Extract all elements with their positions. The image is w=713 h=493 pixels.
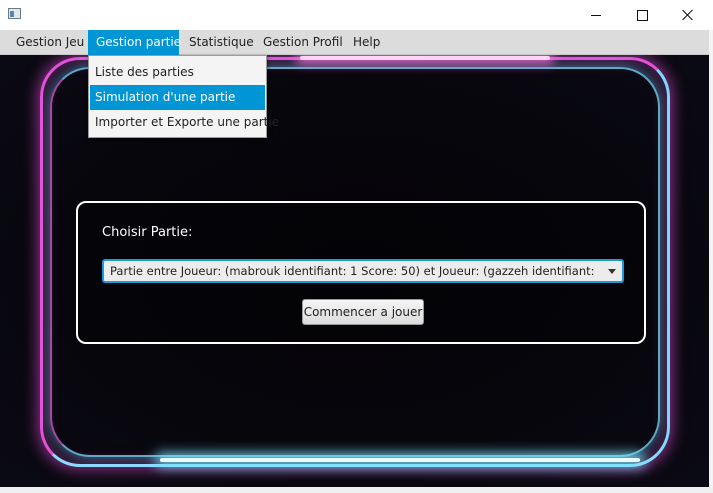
choose-game-label: Choisir Partie: bbox=[102, 225, 193, 240]
game-select-value: Partie entre Joueur: (mabrouk identifian… bbox=[110, 264, 594, 278]
close-icon bbox=[682, 9, 694, 21]
menu-gestion-partie[interactable]: Gestion partie bbox=[88, 30, 181, 55]
menu-bar: Gestion Jeu Gestion partie Statistique G… bbox=[0, 30, 709, 55]
app-window-icon bbox=[8, 8, 21, 19]
gestion-partie-dropdown: Liste des parties Simulation d'une parti… bbox=[88, 55, 279, 138]
menu-item-importer-exporter[interactable]: Importer et Exporte une partie bbox=[90, 110, 279, 135]
start-game-button[interactable]: Commencer a jouer bbox=[302, 299, 424, 325]
chevron-down-icon[interactable] bbox=[608, 269, 616, 274]
maximize-icon bbox=[636, 9, 648, 21]
menu-item-simulation-partie[interactable]: Simulation d'une partie bbox=[90, 85, 265, 110]
title-bar bbox=[0, 0, 713, 30]
neon-top-glow bbox=[300, 56, 550, 60]
game-select[interactable]: Partie entre Joueur: (mabrouk identifian… bbox=[102, 259, 624, 283]
menu-gestion-profil[interactable]: Gestion Profil bbox=[255, 30, 351, 55]
close-button[interactable] bbox=[665, 0, 711, 30]
window-right-edge bbox=[709, 30, 713, 493]
minimize-icon bbox=[591, 14, 601, 16]
menu-statistique[interactable]: Statistique bbox=[181, 30, 262, 55]
menu-help[interactable]: Help bbox=[345, 30, 388, 55]
choose-game-panel: Choisir Partie: Partie entre Joueur: (ma… bbox=[76, 201, 646, 344]
menu-gestion-jeu[interactable]: Gestion Jeu bbox=[8, 30, 92, 55]
minimize-button[interactable] bbox=[573, 0, 619, 30]
menu-item-liste-parties[interactable]: Liste des parties bbox=[90, 60, 265, 85]
neon-bottom-glow bbox=[160, 458, 640, 462]
window-bottom-edge bbox=[0, 487, 713, 493]
maximize-button[interactable] bbox=[619, 0, 665, 30]
